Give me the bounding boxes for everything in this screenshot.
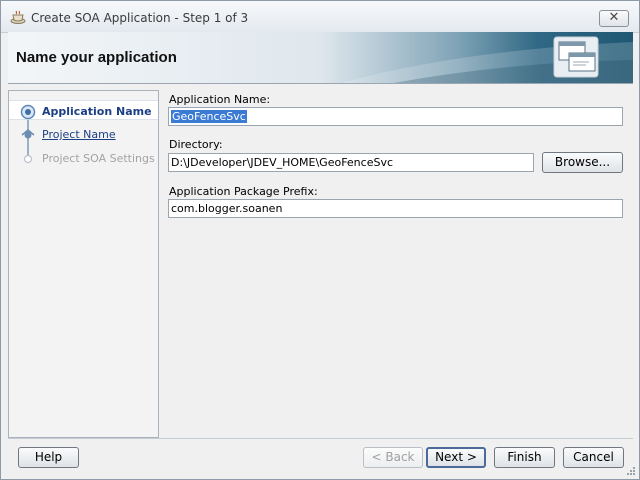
current-step-icon: [18, 103, 38, 121]
browse-button[interactable]: Browse...: [542, 152, 623, 173]
finish-button[interactable]: Finish: [494, 447, 555, 468]
application-name-field[interactable]: GeoFenceSvc: [168, 107, 623, 126]
step-project-soa-settings: Project SOA Settings: [9, 148, 158, 168]
package-prefix-field[interactable]: com.blogger.soanen: [168, 199, 623, 218]
steps-panel: Application Name Project Name Project SO…: [8, 90, 159, 438]
title-bar[interactable]: Create SOA Application - Step 1 of 3 ✕: [1, 1, 639, 33]
package-prefix-label: Application Package Prefix:: [169, 185, 318, 198]
resize-grip-icon[interactable]: [626, 466, 636, 476]
application-name-value: GeoFenceSvc: [171, 110, 247, 123]
help-button[interactable]: Help: [18, 447, 79, 468]
step-label: Project Name: [42, 128, 116, 141]
step-application-name[interactable]: Application Name: [9, 100, 158, 120]
dialog-window: Create SOA Application - Step 1 of 3 ✕ N…: [0, 0, 640, 480]
close-button[interactable]: ✕: [599, 10, 629, 27]
step-node-icon: [18, 150, 38, 168]
footer-divider: [8, 438, 633, 439]
step-project-name[interactable]: Project Name: [9, 124, 158, 144]
window-title: Create SOA Application - Step 1 of 3: [31, 11, 249, 25]
next-button[interactable]: Next >: [426, 447, 486, 468]
application-name-label: Application Name:: [169, 93, 271, 106]
page-title: Name your application: [16, 49, 177, 66]
soa-cup-icon: [10, 10, 26, 24]
cancel-button[interactable]: Cancel: [563, 447, 624, 468]
header-banner: Name your application: [8, 32, 633, 84]
step-node-icon: [18, 126, 38, 144]
directory-label: Directory:: [169, 138, 223, 151]
back-button[interactable]: < Back: [363, 447, 423, 468]
directory-field[interactable]: D:\JDeveloper\JDEV_HOME\GeoFenceSvc: [168, 153, 534, 172]
step-label: Application Name: [42, 105, 152, 118]
step-label: Project SOA Settings: [42, 152, 155, 165]
